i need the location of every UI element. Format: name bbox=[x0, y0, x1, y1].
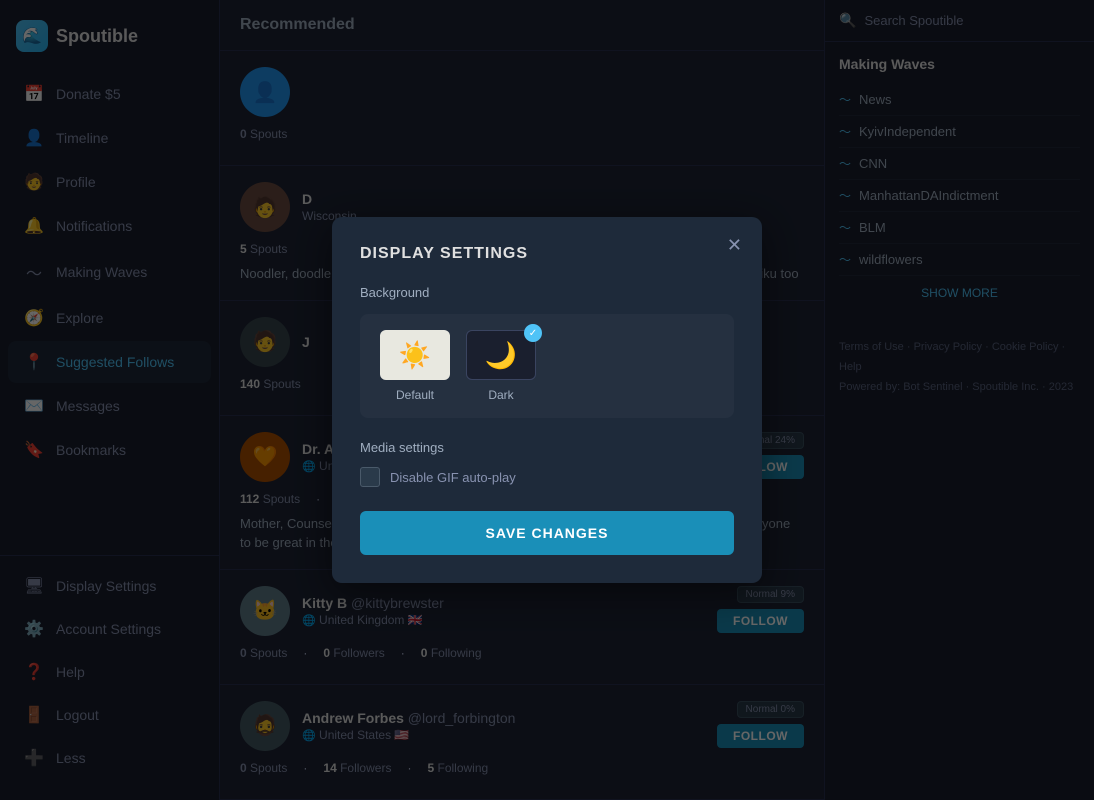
background-label: Background bbox=[360, 285, 734, 300]
modal-overlay: DISPLAY SETTINGS ✕ Background ☀️ Default… bbox=[0, 0, 1094, 800]
default-label: Default bbox=[396, 388, 434, 402]
gif-label: Disable GIF auto-play bbox=[390, 470, 516, 485]
modal-title: DISPLAY SETTINGS bbox=[360, 245, 734, 263]
selected-checkmark: ✓ bbox=[524, 324, 542, 342]
gif-checkbox[interactable] bbox=[360, 467, 380, 487]
dark-label: Dark bbox=[488, 388, 513, 402]
save-changes-button[interactable]: SAVE CHANGES bbox=[360, 511, 734, 555]
bg-option-default[interactable]: ☀️ Default bbox=[380, 330, 450, 402]
modal-close-button[interactable]: ✕ bbox=[727, 235, 742, 256]
display-settings-modal: DISPLAY SETTINGS ✕ Background ☀️ Default… bbox=[332, 217, 762, 583]
default-swatch: ☀️ bbox=[380, 330, 450, 380]
media-settings-label: Media settings bbox=[360, 440, 734, 455]
bg-option-dark[interactable]: ✓ 🌙 Dark bbox=[466, 330, 536, 402]
media-row: Disable GIF auto-play bbox=[360, 467, 734, 487]
background-options: ☀️ Default ✓ 🌙 Dark bbox=[360, 314, 734, 418]
